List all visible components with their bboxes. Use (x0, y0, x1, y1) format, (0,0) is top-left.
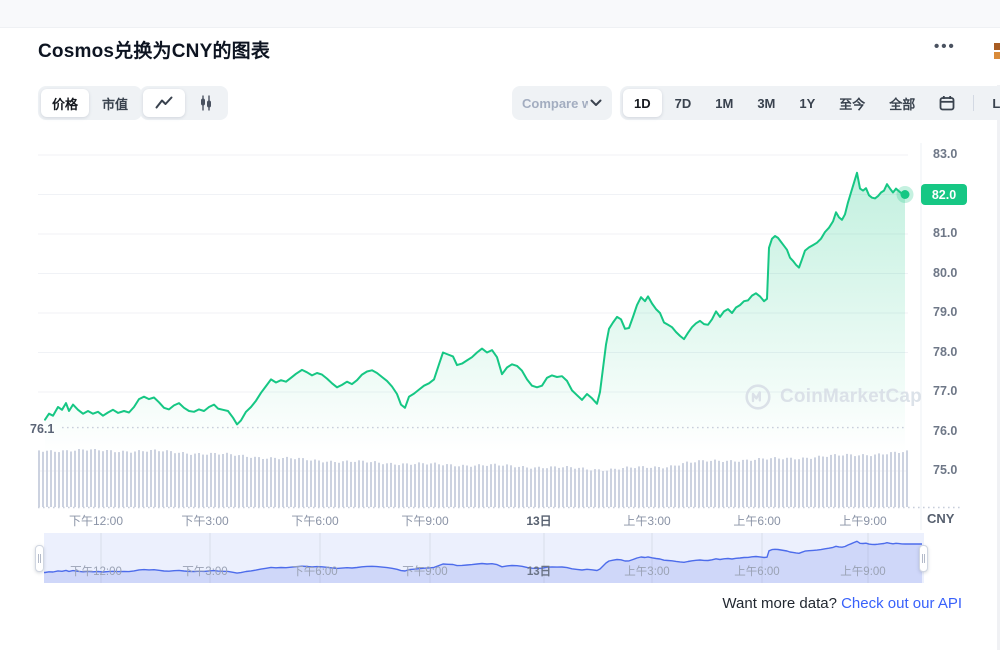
api-promo: Want more data? Check out our API (722, 595, 962, 612)
current-price-badge: 82.0 (921, 184, 967, 205)
navigator-tick: 上午3:00 (624, 563, 669, 579)
navigator-tick: 下午6:00 (292, 563, 337, 579)
open-price-label: 76.1 (30, 422, 54, 436)
price-tick-75.0: 75.0 (933, 463, 977, 477)
range-1D[interactable]: 1D (623, 89, 662, 117)
chart-page: Cosmos兑换为CNY的图表 ••• 价格市值 Compare w 1D7D1… (0, 0, 1000, 650)
calendar-icon (939, 95, 955, 111)
time-tick: 下午9:00 (401, 512, 448, 529)
grip-icon (38, 554, 41, 563)
compare-label: Compare w (522, 96, 588, 111)
coinmarketcap-logo-icon (744, 383, 772, 411)
log-scale-button[interactable]: LOG (981, 89, 1000, 117)
coinmarketcap-watermark: CoinMarketCap (744, 383, 922, 411)
time-tick: 下午6:00 (291, 512, 338, 529)
time-tick: 13日 (526, 512, 551, 529)
price-tick-78.0: 78.0 (933, 345, 977, 359)
navigator-tick: 上午9:00 (840, 563, 885, 579)
page-title: Cosmos兑换为CNY的图表 (38, 36, 270, 63)
api-link[interactable]: Check out our API (841, 595, 962, 612)
calendar-button[interactable] (928, 89, 966, 117)
toolbar-divider (973, 95, 974, 111)
navigator-tick: 上午6:00 (734, 563, 779, 579)
candlestick-tab[interactable] (187, 89, 225, 117)
time-tick: 上午6:00 (733, 512, 780, 529)
candlestick-icon (198, 94, 214, 112)
right-edge-icon-fragment (994, 52, 1000, 59)
price-tick-76.0: 76.0 (933, 424, 977, 438)
right-edge-icon-fragment (994, 43, 1000, 50)
navigator-right-handle[interactable] (919, 545, 928, 572)
time-tick: 下午12:00 (69, 512, 123, 529)
time-tick: 下午3:00 (181, 512, 228, 529)
metric-toggle-group: 价格市值 (38, 86, 142, 120)
navigator-tick: 13日 (527, 563, 551, 579)
compare-dropdown[interactable]: Compare w (512, 86, 612, 120)
top-strip (0, 0, 1000, 28)
price-tick-77.0: 77.0 (933, 384, 977, 398)
metric-tab-0[interactable]: 价格 (41, 89, 89, 117)
metric-tab-1[interactable]: 市值 (91, 89, 139, 117)
more-options-button[interactable]: ••• (934, 38, 956, 55)
range-全部[interactable]: 全部 (878, 89, 926, 117)
time-range-group: 1D7D1M3M1Y至今全部 LOG (620, 86, 1000, 120)
navigator-selected-region[interactable] (44, 533, 924, 583)
time-tick: 上午9:00 (839, 512, 886, 529)
range-3M[interactable]: 3M (746, 89, 786, 117)
navigator-tick: 下午12:00 (70, 563, 122, 579)
chart-type-toggle-group (140, 86, 228, 120)
price-tick-83.0: 83.0 (933, 147, 977, 161)
price-tick-79.0: 79.0 (933, 305, 977, 319)
grip-icon (922, 554, 925, 563)
range-至今[interactable]: 至今 (828, 89, 876, 117)
navigator-left-handle[interactable] (35, 545, 44, 572)
navigator-line (44, 541, 922, 573)
line-chart-icon (154, 95, 174, 111)
chevron-down-icon (590, 99, 602, 107)
navigator (44, 533, 924, 583)
navigator-area (44, 541, 922, 583)
current-point-halo (897, 186, 914, 203)
current-point-dot (901, 190, 910, 199)
range-7D[interactable]: 7D (664, 89, 703, 117)
price-gridlines (38, 143, 921, 530)
price-tick-80.0: 80.0 (933, 266, 977, 280)
range-1M[interactable]: 1M (704, 89, 744, 117)
range-1Y[interactable]: 1Y (788, 89, 826, 117)
navigator-tick: 下午3:00 (182, 563, 227, 579)
line-chart-tab[interactable] (143, 89, 185, 117)
price-tick-81.0: 81.0 (933, 226, 977, 240)
time-tick: 上午3:00 (623, 512, 670, 529)
navigator-tick: 下午9:00 (402, 563, 447, 579)
volume-bars (38, 449, 908, 507)
currency-label: CNY (927, 511, 954, 526)
api-promo-text: Want more data? (722, 595, 837, 612)
watermark-label: CoinMarketCap (780, 386, 922, 408)
